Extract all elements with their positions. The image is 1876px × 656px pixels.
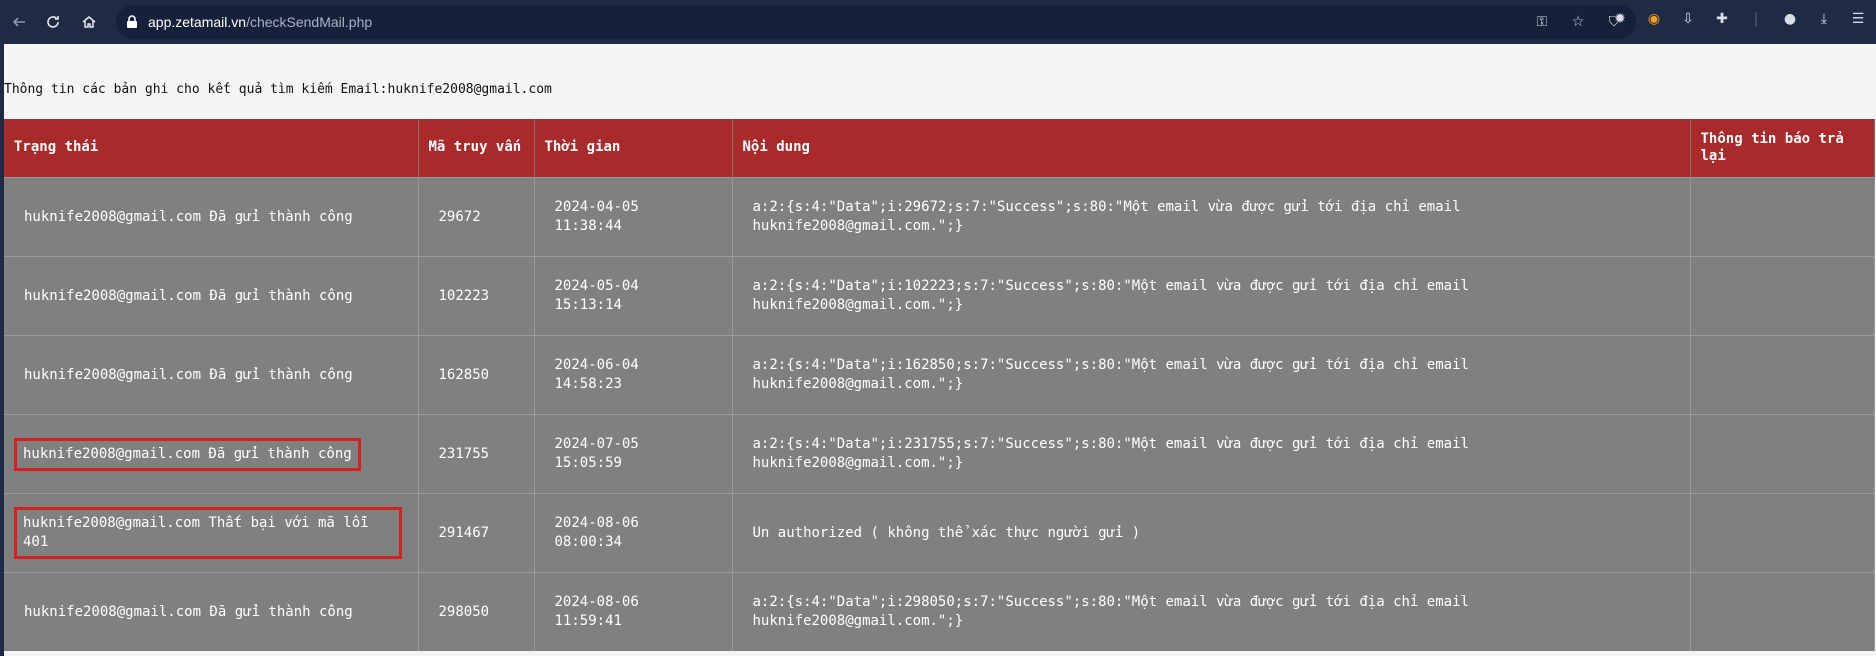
clock-text: 14:58:23 bbox=[554, 376, 622, 392]
content-cell: a:2:{s:4:"Data";i:162850;s:7:"Success";s… bbox=[732, 335, 1691, 415]
highlight-box: huknife2008@gmail.com Thất bại với mã lỗ… bbox=[14, 507, 402, 559]
key-icon[interactable]: ⚿ bbox=[1532, 12, 1552, 32]
url-host: app.zetamail.vn bbox=[148, 14, 247, 30]
time-cell: 2024-08-06 08:00:34 bbox=[534, 493, 733, 573]
clock-text: 08:00:34 bbox=[554, 534, 622, 550]
table-row: huknife2008@gmail.com Thất bại với mã lỗ… bbox=[4, 493, 1875, 573]
time-cell: 2024-08-06 11:59:41 bbox=[534, 572, 733, 651]
time-cell: 2024-07-05 15:05:59 bbox=[534, 414, 733, 494]
query-code-cell: 162850 bbox=[418, 335, 535, 415]
query-code-cell: 298050 bbox=[418, 572, 535, 651]
feedback-cell bbox=[1690, 572, 1875, 651]
feedback-cell bbox=[1690, 177, 1875, 257]
browser-toolbar: app.zetamail.vn/checkSendMail.php ⚿ ☆ ⛉ … bbox=[0, 0, 1876, 44]
status-cell: huknife2008@gmail.com Đã gửi thành công bbox=[4, 177, 419, 257]
content-cell: a:2:{s:4:"Data";i:231755;s:7:"Success";s… bbox=[732, 414, 1691, 494]
search-result-intro: Thông tin các bản ghi cho kết quả tìm ki… bbox=[4, 82, 552, 97]
date-text: 2024-08-06 bbox=[554, 515, 639, 531]
date-text: 2024-08-06 bbox=[554, 594, 639, 610]
content-cell: a:2:{s:4:"Data";i:29672;s:7:"Success";s:… bbox=[732, 177, 1691, 257]
mail-log-table: Trạng thái Mã truy vấn Thời gian Nội dun… bbox=[4, 119, 1875, 651]
back-icon[interactable] bbox=[6, 9, 32, 35]
time-cell: 2024-05-04 15:13:14 bbox=[534, 256, 733, 336]
toolbar-icons: ✹ ◉ ⇩ ✚ | ● ⤓ ☰ bbox=[1610, 9, 1868, 29]
status-cell: huknife2008@gmail.com Đã gửi thành công bbox=[4, 572, 419, 651]
content-cell: a:2:{s:4:"Data";i:102223;s:7:"Success";s… bbox=[732, 256, 1691, 336]
status-cell: huknife2008@gmail.com Thất bại với mã lỗ… bbox=[4, 493, 419, 573]
table-row: huknife2008@gmail.com Đã gửi thành công … bbox=[4, 414, 1875, 494]
feedback-cell bbox=[1690, 335, 1875, 415]
clock-text: 11:59:41 bbox=[554, 613, 622, 629]
feedback-cell bbox=[1690, 256, 1875, 336]
clock-text: 15:05:59 bbox=[554, 455, 622, 471]
puzzle-icon[interactable]: ✚ bbox=[1712, 9, 1732, 29]
status-cell: huknife2008@gmail.com Đã gửi thành công bbox=[4, 256, 419, 336]
content-cell: Un authorized ( không thể xác thực người… bbox=[732, 493, 1691, 573]
address-bar[interactable]: app.zetamail.vn/checkSendMail.php ⚿ ☆ ⛉ bbox=[116, 5, 1636, 39]
header-status: Trạng thái bbox=[4, 119, 419, 178]
feedback-cell bbox=[1690, 414, 1875, 494]
page-content: Thông tin các bản ghi cho kết quả tìm ki… bbox=[4, 44, 1876, 656]
bug-icon[interactable]: ✹ bbox=[1610, 9, 1630, 29]
date-text: 2024-06-04 bbox=[554, 357, 639, 373]
clock-text: 15:13:14 bbox=[554, 297, 622, 313]
url-path: /checkSendMail.php bbox=[246, 14, 373, 30]
download-box-icon[interactable]: ⇩ bbox=[1678, 9, 1698, 29]
content-cell: a:2:{s:4:"Data";i:298050;s:7:"Success";s… bbox=[732, 572, 1691, 651]
query-code-cell: 29672 bbox=[418, 177, 535, 257]
query-code-cell: 102223 bbox=[418, 256, 535, 336]
date-text: 2024-07-05 bbox=[554, 436, 639, 452]
header-feedback: Thông tin báo trả lại bbox=[1690, 119, 1875, 178]
header-time: Thời gian bbox=[534, 119, 733, 178]
query-code-cell: 231755 bbox=[418, 414, 535, 494]
highlight-box: huknife2008@gmail.com Đã gửi thành công bbox=[14, 437, 361, 471]
header-content: Nội dung bbox=[732, 119, 1691, 178]
toolbar-separator: | bbox=[1753, 11, 1759, 27]
table-row: huknife2008@gmail.com Đã gửi thành công … bbox=[4, 572, 1875, 651]
clock-text: 11:38:44 bbox=[554, 218, 622, 234]
time-cell: 2024-06-04 14:58:23 bbox=[534, 335, 733, 415]
date-text: 2024-05-04 bbox=[554, 278, 639, 294]
table-row: huknife2008@gmail.com Đã gửi thành công … bbox=[4, 177, 1875, 257]
home-icon[interactable] bbox=[76, 9, 102, 35]
menu-icon[interactable]: ☰ bbox=[1848, 9, 1868, 29]
profile-icon[interactable]: ● bbox=[1780, 9, 1800, 29]
download-icon[interactable]: ⤓ bbox=[1814, 9, 1834, 29]
status-cell: huknife2008@gmail.com Đã gửi thành công bbox=[4, 414, 419, 494]
date-text: 2024-04-05 bbox=[554, 199, 639, 215]
colorwheel-icon[interactable]: ◉ bbox=[1644, 9, 1664, 29]
feedback-cell bbox=[1690, 493, 1875, 573]
reload-icon[interactable] bbox=[40, 9, 66, 35]
table-row: huknife2008@gmail.com Đã gửi thành công … bbox=[4, 335, 1875, 415]
lock-icon[interactable] bbox=[124, 14, 140, 30]
time-cell: 2024-04-05 11:38:44 bbox=[534, 177, 733, 257]
table-header-row: Trạng thái Mã truy vấn Thời gian Nội dun… bbox=[4, 119, 1875, 178]
header-query-code: Mã truy vấn bbox=[418, 119, 535, 178]
table-row: huknife2008@gmail.com Đã gửi thành công … bbox=[4, 256, 1875, 336]
star-icon[interactable]: ☆ bbox=[1568, 12, 1588, 32]
status-cell: huknife2008@gmail.com Đã gửi thành công bbox=[4, 335, 419, 415]
query-code-cell: 291467 bbox=[418, 493, 535, 573]
